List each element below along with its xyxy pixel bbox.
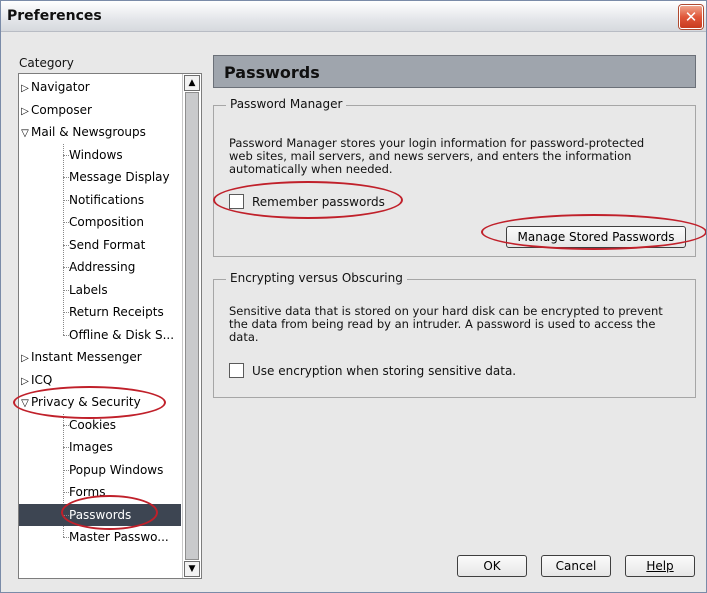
sidebar-item-cookies[interactable]: Cookies [19, 414, 181, 436]
sidebar-item-composition[interactable]: Composition [19, 211, 181, 233]
sidebar-item-offline-disk-s[interactable]: Offline & Disk S... [19, 324, 181, 346]
sidebar-item-label: Return Receipts [69, 305, 164, 319]
category-tree-list: ▷ Navigator ▷ Composer ▽ Mail & Newsgroups Win… [19, 74, 181, 578]
tree-scrollbar[interactable]: ▲ ▼ [182, 74, 201, 578]
description-line: automatically when needed. [229, 162, 393, 176]
sidebar-item-label: Master Passwo... [69, 530, 169, 544]
sidebar-item-message-display[interactable]: Message Display [19, 166, 181, 188]
tree-branch-line [63, 289, 69, 291]
sidebar-item-label: Labels [69, 282, 108, 297]
sidebar-item-label: Notifications [69, 192, 145, 207]
sidebar-item-label: Mail & Newsgroups [31, 125, 146, 139]
description-line: the data from being read by an intruder.… [229, 317, 656, 331]
sidebar-item-addressing[interactable]: Addressing [19, 256, 181, 278]
remember-passwords-label: Remember passwords [252, 195, 385, 209]
tree-branch-line [63, 177, 69, 178]
collapsed-arrow-icon[interactable]: ▷ [19, 371, 31, 393]
tree-branch-line [63, 312, 69, 313]
sidebar-item-send-format[interactable]: Send Format [19, 234, 181, 256]
sidebar-item-privacy-security[interactable]: ▽ Privacy & Security [19, 391, 181, 413]
sidebar-item-label: Offline & Disk S... [69, 327, 175, 342]
tree-branch-line [63, 447, 69, 448]
collapsed-arrow-icon[interactable]: ▷ [19, 101, 31, 123]
sidebar-item-label: Navigator [31, 80, 90, 94]
sidebar-item-navigator[interactable]: ▷ Navigator [19, 76, 181, 98]
tree-branch-line [63, 334, 69, 336]
tree-branch-line [63, 199, 69, 201]
remember-passwords-checkbox[interactable]: Remember passwords [229, 193, 385, 211]
sidebar-item-notifications[interactable]: Notifications [19, 189, 181, 211]
expanded-arrow-icon[interactable]: ▽ [19, 393, 31, 415]
expanded-arrow-icon[interactable]: ▽ [19, 123, 31, 145]
collapsed-arrow-icon[interactable]: ▷ [19, 348, 31, 370]
manage-stored-passwords-button[interactable]: Manage Stored Passwords [506, 226, 686, 248]
password-manager-description: Password Manager stores your login infor… [229, 137, 644, 176]
sidebar-item-composer[interactable]: ▷ Composer [19, 99, 181, 121]
password-manager-legend: Password Manager [226, 97, 347, 111]
collapsed-arrow-icon[interactable]: ▷ [19, 78, 31, 100]
sidebar-item-master-passwo[interactable]: Master Passwo... [19, 526, 181, 548]
sidebar-item-label: Composer [31, 102, 92, 117]
sidebar-item-label: ICQ [31, 372, 53, 387]
checkbox-icon[interactable] [229, 194, 244, 209]
use-encryption-label: Use encryption when storing sensitive da… [252, 364, 517, 378]
sidebar-item-label: Addressing [69, 260, 136, 274]
sidebar-item-label: Composition [69, 215, 144, 229]
sidebar-item-label: Cookies [69, 417, 116, 432]
scroll-down-icon[interactable]: ▼ [184, 561, 200, 577]
sidebar-item-label: Windows [69, 147, 123, 162]
scroll-thumb[interactable] [185, 92, 199, 560]
cancel-button[interactable]: Cancel [541, 555, 611, 577]
encrypting-legend: Encrypting versus Obscuring [226, 271, 407, 285]
tree-branch-line [63, 537, 69, 538]
sidebar-item-label: Message Display [69, 170, 170, 184]
sidebar-item-icq[interactable]: ▷ ICQ [19, 369, 181, 391]
sidebar-item-return-receipts[interactable]: Return Receipts [19, 301, 181, 323]
sidebar-item-popup-windows[interactable]: Popup Windows [19, 459, 181, 481]
sidebar-item-label: Send Format [69, 237, 146, 252]
sidebar-item-label: Passwords [69, 507, 132, 522]
sidebar-item-forms[interactable]: Forms [19, 481, 181, 503]
category-label: Category [19, 56, 74, 70]
sidebar-item-label: Forms [69, 485, 106, 499]
tree-branch-line [63, 514, 69, 516]
sidebar-item-instant-messenger[interactable]: ▷ Instant Messenger [19, 346, 181, 368]
sidebar-item-passwords[interactable]: Passwords [19, 503, 181, 526]
password-manager-group: Password Manager Password Manager stores… [213, 97, 696, 257]
encrypting-group: Encrypting versus Obscuring Sensitive da… [213, 271, 696, 398]
sidebar-item-images[interactable]: Images [19, 436, 181, 458]
ok-button[interactable]: OK [457, 555, 527, 577]
client-area: Category ▷ Navigator ▷ Composer ▽ Mail & News… [1, 32, 706, 592]
sidebar-item-labels[interactable]: Labels [19, 279, 181, 301]
sidebar-item-label: Images [69, 440, 113, 454]
close-icon[interactable]: ✕ [679, 5, 703, 29]
page-title: Passwords [224, 63, 320, 82]
description-line: data. [229, 330, 259, 344]
title-bar[interactable]: Preferences ✕ [1, 1, 706, 32]
checkbox-icon[interactable] [229, 363, 244, 378]
tree-branch-line [63, 424, 69, 426]
preferences-window: Preferences ✕ Category ▷ Navigator ▷ Compos… [0, 0, 707, 593]
use-encryption-checkbox[interactable]: Use encryption when storing sensitive da… [229, 362, 516, 380]
tree-branch-line [63, 469, 69, 471]
tree-branch-line [63, 492, 69, 493]
sidebar-item-label: Popup Windows [69, 462, 164, 477]
encrypting-description: Sensitive data that is stored on your ha… [229, 305, 663, 344]
sidebar-item-label: Instant Messenger [31, 350, 142, 364]
category-tree: ▷ Navigator ▷ Composer ▽ Mail & Newsgroups Win… [18, 73, 202, 579]
scroll-up-icon[interactable]: ▲ [184, 75, 200, 91]
tree-branch-line [63, 222, 69, 223]
window-title: Preferences [7, 8, 102, 24]
panel-header: Passwords [213, 55, 696, 88]
tree-branch-line [63, 154, 69, 156]
tree-branch-line [63, 267, 69, 268]
sidebar-item-mail-newsgroups[interactable]: ▽ Mail & Newsgroups [19, 121, 181, 143]
sidebar-item-label: Privacy & Security [31, 395, 141, 409]
help-button[interactable]: Help [625, 555, 695, 577]
tree-branch-line [63, 244, 69, 246]
sidebar-item-windows[interactable]: Windows [19, 144, 181, 166]
